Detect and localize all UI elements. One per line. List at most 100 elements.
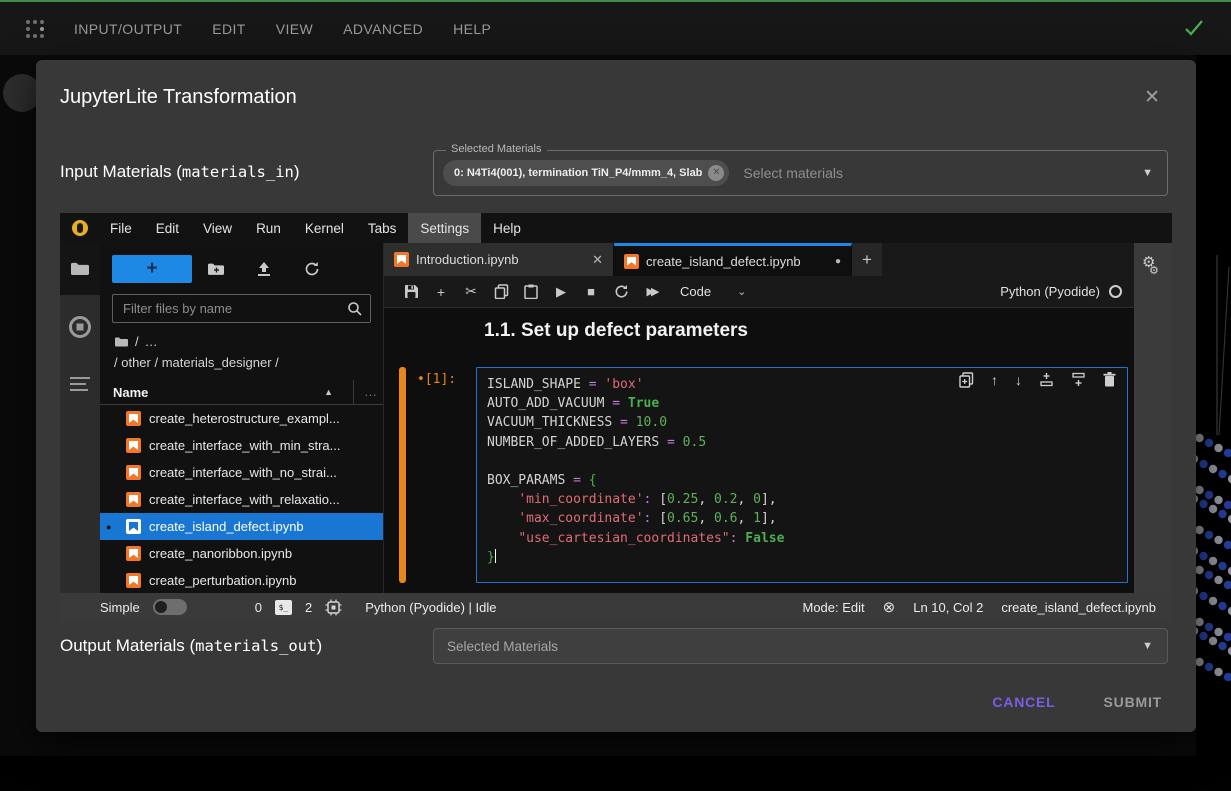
crystal-svg [1196,255,1231,791]
app-menu-advanced[interactable]: ADVANCED [343,21,423,37]
crystal-spheres [1196,429,1231,686]
notebook-content: 1.1. Set up defect parameters •[1]: ISLA… [384,308,1134,593]
refresh-icon[interactable] [288,261,336,277]
file-row[interactable]: create_interface_with_min_stra... [100,432,383,459]
jl-menu-view[interactable]: View [191,213,244,243]
file-list-header[interactable]: Name ▲ … [100,380,383,405]
delete-cell-icon[interactable] [1103,372,1116,388]
selected-materials-field[interactable]: Selected Materials 0: N4Ti4(001), termin… [433,150,1168,196]
cell-prompt: •[1]: [417,372,456,387]
output-materials-select[interactable]: Selected Materials ▼ [433,628,1168,664]
breadcrumb-path[interactable]: / other / materials_designer / [114,352,383,373]
running-indicator-icon: ● [106,522,111,532]
stop-circle-icon [68,315,92,339]
new-tab-button[interactable]: + [852,243,882,276]
jl-menu-settings[interactable]: Settings [408,213,481,243]
restart-kernel-icon[interactable] [606,284,636,299]
save-icon[interactable] [396,284,426,299]
copy-cell-icon[interactable] [486,284,516,299]
restart-run-all-icon[interactable]: ▶▶ [636,285,666,298]
file-browser-tab[interactable] [60,243,100,295]
filter-files-input[interactable] [113,301,370,316]
jl-menu-run[interactable]: Run [244,213,293,243]
kernel-status[interactable]: Python (Pyodide) | Idle [365,600,496,615]
sort-asc-icon: ▲ [324,387,333,397]
name-column-header: Name [113,385,148,400]
app-menu: INPUT/OUTPUT EDIT VIEW ADVANCED HELP [74,21,491,37]
more-columns-icon[interactable]: … [353,380,377,404]
cell-type-value: Code [680,284,711,299]
cancel-button[interactable]: CANCEL [992,694,1055,710]
tab-introduction[interactable]: Introduction.ipynb ✕ [384,243,614,276]
breadcrumb-ellipsis[interactable]: … [145,331,158,352]
table-of-contents-tab[interactable] [69,375,91,393]
terminal-icon[interactable]: $_ [275,600,292,615]
app-logo-dots-icon[interactable] [26,20,44,38]
app-menu-edit[interactable]: EDIT [212,21,246,37]
move-down-icon[interactable]: ↓ [1015,372,1022,388]
submit-button[interactable]: SUBMIT [1104,694,1162,710]
kernel-indicator[interactable]: Python (Pyodide) [1000,284,1122,299]
file-row[interactable]: create_heterostructure_exampl... [100,405,383,432]
jl-menu-tabs[interactable]: Tabs [356,213,409,243]
stop-kernel-icon[interactable]: ■ [576,284,606,299]
new-folder-icon[interactable] [192,262,240,277]
terminals-count[interactable]: 0 [255,600,262,615]
new-launcher-button[interactable]: + [112,255,192,283]
cell-collapser[interactable] [399,367,406,583]
close-icon[interactable]: ✕ [1144,86,1160,109]
bottom-strip [0,756,1231,791]
chevron-down-icon: ⌄ [737,285,746,298]
simple-mode-toggle[interactable] [153,599,187,615]
editor-mode[interactable]: Mode: Edit [802,600,864,615]
chip-delete-icon[interactable]: ✕ [708,165,724,181]
app-menu-help[interactable]: HELP [453,21,491,37]
add-cell-icon[interactable]: + [426,284,456,300]
kernel-chip-icon[interactable] [325,599,342,616]
jl-menu-file[interactable]: File [98,213,144,243]
breadcrumb: / … / other / materials_designer / [114,331,383,373]
material-chip-label: 0: N4Ti4(001), termination TiN_P4/mmm_4,… [454,167,702,179]
code-cell[interactable]: ISLAND_SHAPE = 'box'AUTO_ADD_VACUUM = Tr… [476,367,1128,583]
tab-close-icon[interactable]: ✕ [592,252,603,268]
paste-cell-icon[interactable] [516,284,546,299]
jl-menu-kernel[interactable]: Kernel [293,213,356,243]
property-inspector-gears-icon[interactable]: ⚙⚙ [1142,257,1159,277]
notebook-file-icon [126,492,141,507]
search-icon [347,301,363,317]
jl-menu-edit[interactable]: Edit [144,213,191,243]
kernels-count[interactable]: 2 [305,600,312,615]
code-line: 'max_coordinate': [0.65, 0.6, 1], [487,509,1117,528]
circle-x-icon[interactable]: ⊗ [883,598,896,616]
select-materials-placeholder: Select materials [743,165,843,181]
home-folder-icon[interactable] [114,336,129,348]
insert-below-icon[interactable] [1071,372,1086,388]
file-name: create_island_defect.ipynb [149,519,304,534]
folder-icon [70,261,90,277]
jupyter-menu: File Edit View Run Kernel Tabs Settings … [98,213,533,243]
insert-above-icon[interactable] [1039,372,1054,388]
tab-label: create_island_defect.ipynb [646,254,801,269]
status-bar: Simple 0 $_ 2 Python (Pyodide) | Idle Mo… [60,593,1172,621]
running-kernels-tab[interactable] [68,315,92,339]
code-line: NUMBER_OF_ADDED_LAYERS = 0.5 [487,433,1117,452]
run-cell-icon[interactable]: ▶ [546,284,576,300]
material-chip[interactable]: 0: N4Ti4(001), termination TiN_P4/mmm_4,… [443,160,729,186]
cell-type-dropdown[interactable]: Code ⌄ [680,284,746,299]
upload-icon[interactable] [240,261,288,277]
file-row[interactable]: create_interface_with_relaxatio... [100,486,383,513]
tab-create-island-defect[interactable]: create_island_defect.ipynb ● [614,243,852,276]
file-row[interactable]: create_perturbation.ipynb [100,567,383,593]
cut-cell-icon[interactable]: ✂ [456,283,486,300]
chevron-down-icon[interactable]: ▼ [1142,167,1153,179]
duplicate-cell-icon[interactable] [959,372,974,388]
file-row[interactable]: create_interface_with_no_strai... [100,459,383,486]
app-menu-input-output[interactable]: INPUT/OUTPUT [74,21,182,37]
jl-menu-help[interactable]: Help [481,213,533,243]
breadcrumb-root[interactable]: / [135,331,139,352]
app-menu-view[interactable]: VIEW [276,21,313,37]
file-row[interactable]: ● create_island_defect.ipynb [100,513,383,540]
move-up-icon[interactable]: ↑ [991,372,998,388]
cursor-position[interactable]: Ln 10, Col 2 [913,600,983,615]
file-row[interactable]: create_nanoribbon.ipynb [100,540,383,567]
